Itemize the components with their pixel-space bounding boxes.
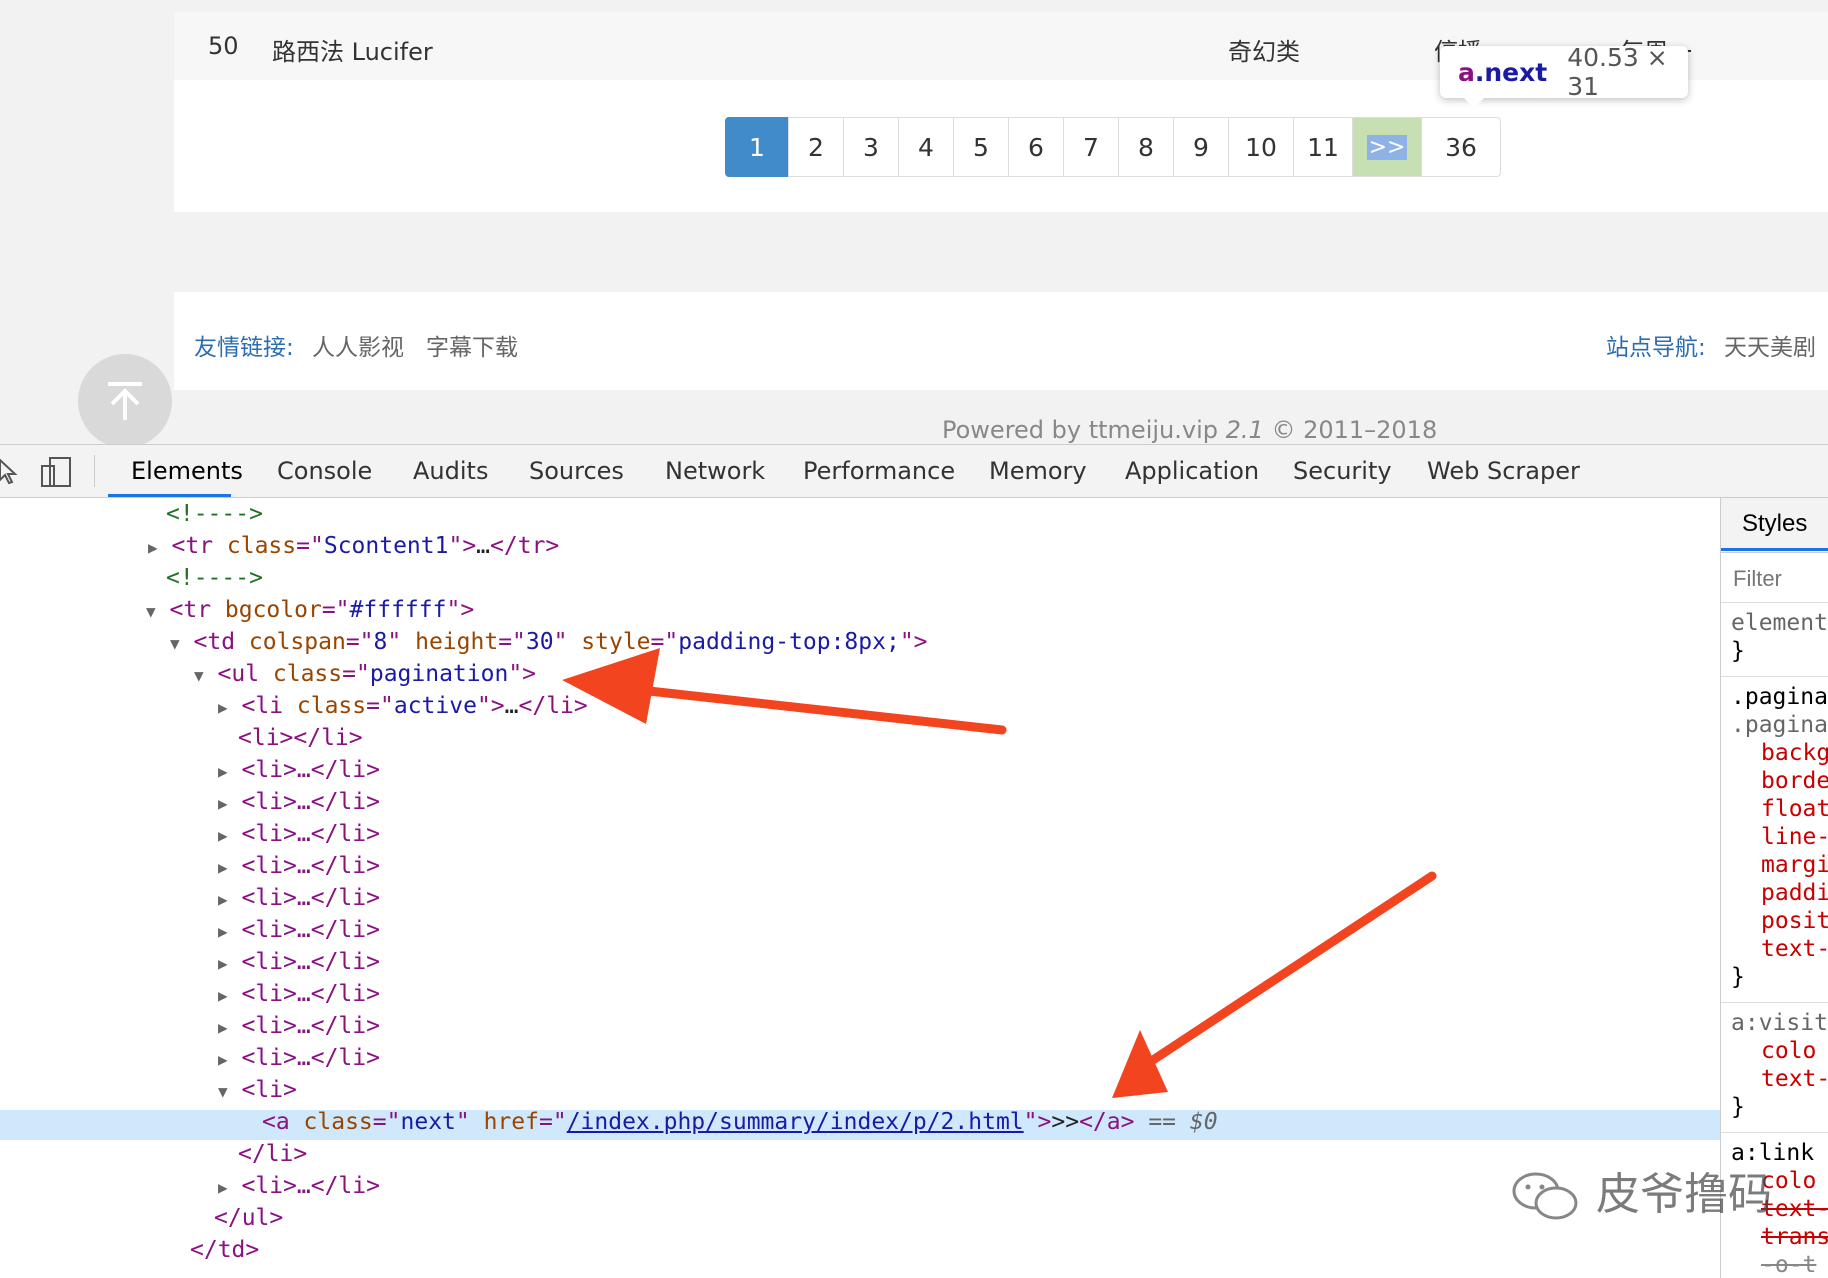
annotation-arrows	[562, 648, 1437, 1098]
red-arrow-icon	[1112, 871, 1437, 1098]
watermark-text: 皮爷撸码	[1596, 1169, 1772, 1220]
red-arrow-icon	[562, 648, 1007, 735]
wechat-icon	[1512, 1172, 1578, 1220]
watermark: 皮爷撸码	[1510, 1158, 1772, 1225]
